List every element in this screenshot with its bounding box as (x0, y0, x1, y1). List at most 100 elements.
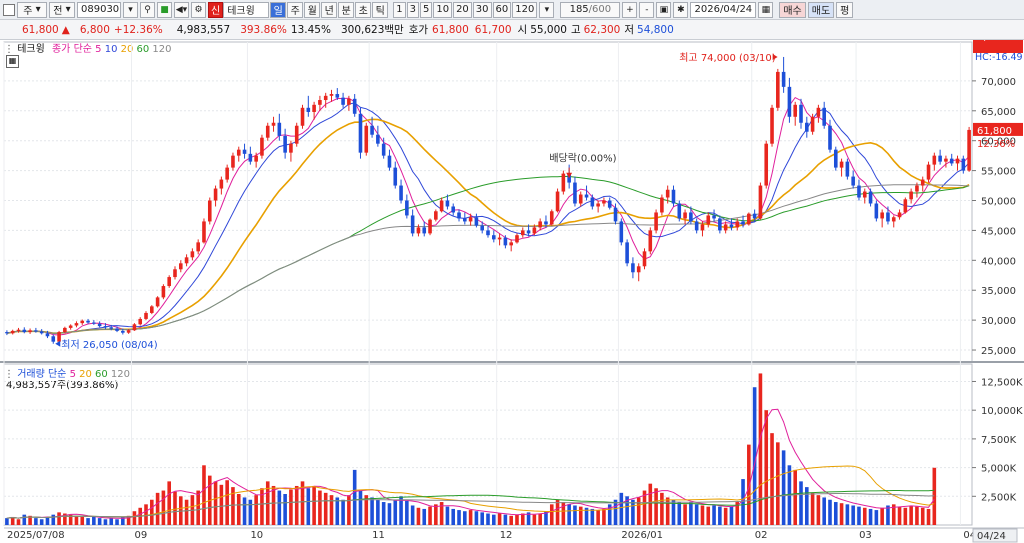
range-button[interactable]: 30 (472, 1, 492, 18)
dropdown-arrow-icon[interactable]: ▾ (123, 1, 138, 18)
eval-button[interactable]: 평 (836, 1, 854, 18)
gear-icon[interactable]: ⚙ (191, 1, 206, 18)
quote-bar: 61,800 ▲ 6,800 +12.36% 4,983,557 393.86%… (0, 20, 1024, 40)
candle-body (793, 104, 798, 117)
candle-body (358, 113, 363, 153)
zoom-out-icon[interactable]: ‑ (639, 1, 655, 18)
sell-button[interactable]: 매도 (807, 1, 835, 18)
search-icon[interactable]: ⚲ (140, 1, 155, 18)
candle-body (509, 242, 513, 246)
volume-bar (799, 481, 803, 525)
count-field[interactable]: 185/600 (560, 1, 621, 18)
save-icon[interactable]: ▣ (656, 1, 672, 18)
candle-body (880, 212, 884, 219)
sub-select[interactable]: 전 ▾ (49, 1, 75, 18)
volume-tick-label: 10,000K (981, 406, 1023, 417)
volume-bar (16, 519, 21, 525)
candle-body (248, 153, 253, 162)
range-button[interactable]: 3 (406, 1, 419, 18)
candle-body (520, 230, 525, 236)
volume-bar (677, 502, 682, 525)
period-button[interactable]: 초 (355, 1, 372, 18)
volume-bar (503, 514, 508, 525)
volume-bar (370, 497, 374, 525)
stock-info-icon[interactable]: ■ (157, 1, 172, 18)
chart-canvas[interactable]: 25,000 30,000 35,000 40,000 45,000 50,000 55,0… (0, 40, 1024, 543)
zoom-in-icon[interactable]: + (622, 1, 638, 18)
candle-body (387, 155, 392, 168)
candle-body (393, 167, 398, 186)
range-button[interactable]: 60 (492, 1, 512, 18)
candle-body (920, 179, 925, 186)
volume-bar (897, 506, 902, 525)
volume-bar (260, 488, 264, 525)
candle-body (399, 185, 403, 201)
range-button[interactable]: 20 (453, 1, 472, 18)
candle-body (86, 320, 90, 323)
candle-body (190, 251, 195, 258)
calendar-icon[interactable]: ▦ (758, 1, 774, 18)
volume-bar (497, 513, 502, 525)
date-tag: 04/24 (977, 531, 1006, 542)
candle-body (486, 230, 490, 236)
candle-body (225, 167, 229, 180)
open-price: 55,000 (530, 23, 567, 36)
code-input[interactable]: 089030 (77, 1, 121, 18)
buy-button[interactable]: 매수 (779, 1, 806, 18)
candle-body (109, 327, 114, 329)
volume-bar (445, 506, 450, 525)
volume-bar (932, 467, 937, 525)
mode-select[interactable]: 주 ▾ (17, 1, 47, 18)
period-button[interactable]: 주 (287, 1, 304, 18)
range-button[interactable]: 5 (419, 1, 433, 18)
candle-body (306, 107, 311, 112)
candle-body (515, 235, 519, 243)
candle-body (260, 137, 264, 156)
period-button[interactable]: 년 (321, 1, 338, 18)
range-button[interactable]: 120 (512, 1, 538, 18)
candle-body (173, 269, 177, 278)
volume-bar (706, 506, 711, 525)
volume-bar (451, 508, 456, 525)
candle-body (810, 116, 815, 132)
candle-body (555, 191, 560, 212)
volume-bar (294, 485, 299, 525)
period-button[interactable]: 분 (338, 1, 355, 18)
settings-icon[interactable]: ✱ (673, 1, 689, 18)
candle-body (845, 161, 850, 177)
x-tick-label: 2026/01 (621, 530, 663, 541)
volume-bar (329, 495, 334, 525)
range-button[interactable]: 1 (393, 1, 406, 18)
candle-body (700, 224, 705, 231)
candle-body (689, 212, 693, 222)
volume-rate: 393.86% (240, 23, 287, 36)
volume-bar (862, 507, 867, 525)
candle-body (909, 191, 913, 200)
stock-name-field[interactable]: 테크윙 (223, 1, 270, 18)
candle-body (132, 324, 137, 331)
volume-bar (636, 497, 641, 525)
period-button[interactable]: 월 (304, 1, 321, 18)
volume-bar (196, 490, 200, 525)
candle-body (735, 221, 740, 228)
candle-body (422, 227, 427, 234)
period-button[interactable]: 일 (270, 1, 287, 18)
candle-body (747, 213, 751, 225)
candle-body (642, 251, 647, 267)
volume-bar (822, 497, 826, 525)
dropdown-arrow-icon[interactable]: ▾ (539, 1, 555, 18)
range-button[interactable]: 10 (433, 1, 453, 18)
ask-price: 61,800 (432, 23, 469, 36)
speaker-icon[interactable]: ◀▾ (174, 1, 189, 18)
candle-body (231, 155, 235, 168)
date-input[interactable]: 2026/04/24 (690, 1, 757, 18)
volume-bar (694, 504, 699, 525)
lock-checkbox[interactable] (3, 3, 15, 16)
volume-bar (45, 516, 50, 525)
main-toolbar: 주 ▾ 전 ▾ 089030 ▾ ⚲ ■ ◀▾ ⚙ 신 테크윙 일주월년분초틱 … (0, 0, 1024, 20)
candle-body (491, 235, 496, 240)
volume-bar (167, 481, 171, 525)
candle-body (590, 197, 595, 207)
candle-body (932, 155, 937, 165)
period-button[interactable]: 틱 (372, 1, 389, 18)
